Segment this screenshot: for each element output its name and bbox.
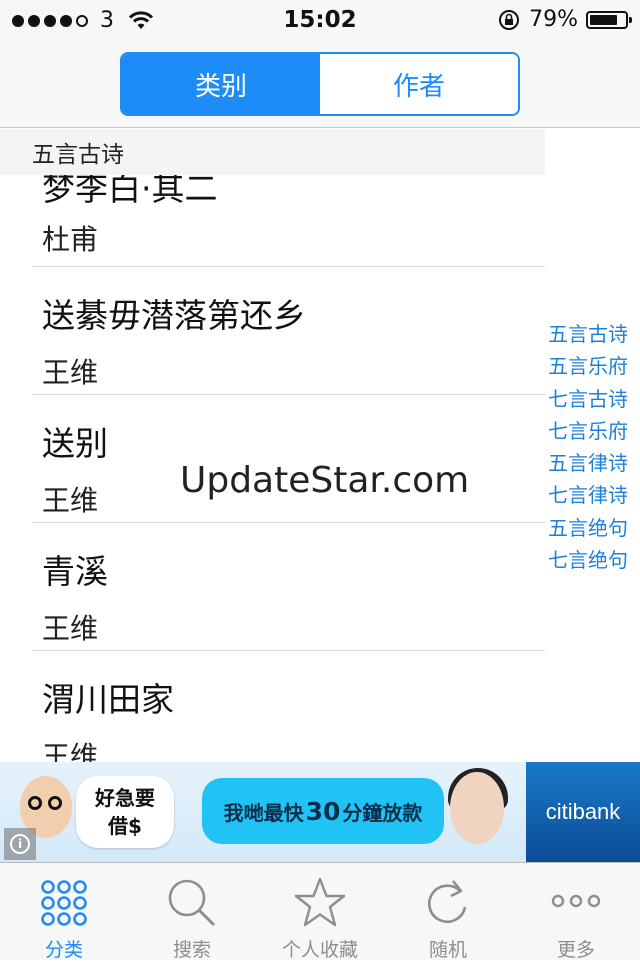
index-item[interactable]: 五言律诗 (548, 447, 638, 479)
battery-percent: 79% (529, 7, 578, 32)
status-bar: 3 15:02 79% (0, 0, 640, 40)
poem-title: 渭川田家 (42, 680, 174, 719)
glasses-icon (28, 796, 68, 810)
tab-label: 个人收藏 (281, 939, 358, 961)
ad-bubble-line: 借$ (108, 814, 142, 838)
index-item[interactable]: 七言古诗 (548, 383, 638, 415)
navigation-bar: 类别 作者 (0, 40, 640, 128)
list-item[interactable]: 送綦毋潜落第还乡 王维 (32, 267, 545, 395)
ad-main-text-post: 分鐘放款 (342, 800, 423, 825)
section-index: 五言古诗 五言乐府 七言古诗 七言乐府 五言律诗 七言律诗 五言绝句 七言绝句 (548, 318, 638, 576)
tab-label: 分类 (44, 939, 83, 961)
poem-author: 王维 (42, 740, 99, 762)
status-right: 79% (497, 7, 632, 32)
poem-title: 送别 (42, 424, 108, 463)
tab-more[interactable]: 更多 (512, 863, 640, 961)
poem-author: 杜甫 (42, 223, 99, 256)
tab-label: 随机 (428, 939, 467, 961)
tab-favorites[interactable]: 个人收藏 (256, 863, 384, 961)
rotation-lock-icon (499, 9, 520, 30)
section-header: 五言古诗 (0, 129, 545, 175)
poem-title: 送綦毋潜落第还乡 (42, 296, 306, 335)
poem-title: 青溪 (42, 552, 108, 591)
search-icon (168, 879, 216, 927)
ad-main-number: 30 (305, 796, 341, 826)
list-item[interactable]: 渭川田家 王维 (32, 651, 545, 762)
index-item[interactable]: 七言乐府 (548, 415, 638, 447)
list-item[interactable]: 梦李白·其二 杜甫 (32, 164, 545, 267)
index-item[interactable]: 七言律诗 (548, 479, 638, 511)
tab-search[interactable]: 搜索 (128, 863, 256, 961)
index-item[interactable]: 七言绝句 (548, 544, 638, 576)
index-item[interactable]: 五言古诗 (548, 318, 638, 350)
tab-label: 更多 (556, 939, 595, 961)
poem-author: 王维 (42, 356, 99, 389)
ad-banner[interactable]: i 好急要 借$ 我哋最快 30 分鐘放款 citibank (0, 762, 640, 862)
tab-random[interactable]: 随机 (384, 863, 512, 961)
ad-info-button[interactable]: i (4, 828, 36, 860)
segment-category[interactable]: 类别 (122, 54, 320, 114)
ad-person-right-image (450, 772, 504, 844)
battery-icon (586, 10, 632, 29)
poem-list[interactable]: 梦李白·其二 杜甫 送綦毋潜落第还乡 王维 送别 王维 青溪 王维 渭川田家 王… (0, 129, 545, 762)
list-item[interactable]: 送别 王维 (32, 395, 545, 523)
segment-author[interactable]: 作者 (320, 54, 518, 114)
tab-label: 搜索 (172, 939, 211, 961)
refresh-icon (428, 880, 467, 924)
ad-main-text-pre: 我哋最快 (223, 800, 304, 825)
tab-category[interactable]: 分类 (0, 863, 128, 961)
tab-bar: 分类 搜索 个人收藏 随机 更多 (0, 862, 640, 961)
ad-speech-bubble-left: 好急要 借$ (76, 776, 174, 848)
ad-bubble-line: 好急要 (95, 786, 155, 810)
list-item[interactable]: 青溪 王维 (32, 523, 545, 651)
info-icon: i (10, 834, 30, 854)
more-dots-icon (551, 894, 601, 908)
ad-speech-bubble-main: 我哋最快 30 分鐘放款 (202, 778, 444, 844)
grid-dots-icon (41, 880, 87, 926)
poem-author: 王维 (42, 484, 99, 517)
index-item[interactable]: 五言乐府 (548, 350, 638, 382)
citibank-logo: citibank (526, 762, 640, 862)
poem-author: 王维 (42, 612, 99, 645)
watermark: UpdateStar.com (180, 460, 470, 501)
index-item[interactable]: 五言绝句 (548, 512, 638, 544)
star-icon (294, 877, 346, 927)
segmented-control: 类别 作者 (120, 52, 520, 116)
